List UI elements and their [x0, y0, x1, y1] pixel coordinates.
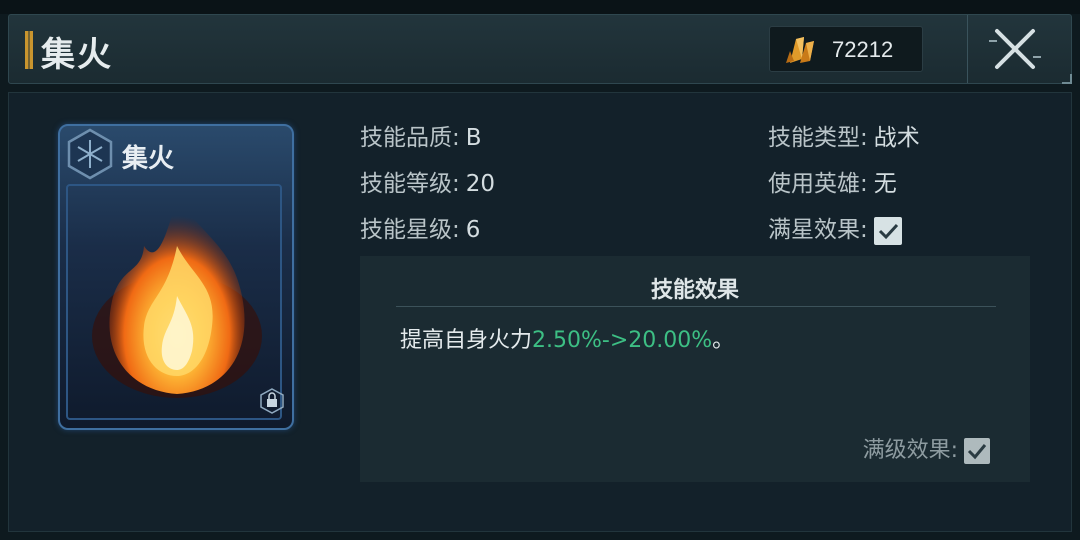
- effect-divider: [396, 306, 996, 307]
- card-name: 集火: [122, 144, 175, 174]
- lock-icon: [260, 388, 284, 414]
- close-x-icon: [989, 29, 1041, 69]
- title-accent-bar: [25, 31, 33, 69]
- top-strip: [0, 0, 1080, 14]
- hero-label: 使用英雄:: [768, 171, 868, 197]
- fullstar-label: 满星效果:: [768, 217, 868, 243]
- maxlevel-effect: 满级效果:: [863, 432, 990, 464]
- attr-fullstar: 满星效果:: [768, 210, 902, 245]
- hexagon-emblem-icon: [67, 128, 113, 180]
- skill-card: 集火: [58, 124, 294, 430]
- quality-label: 技能品质:: [360, 125, 460, 151]
- page-title: 集火: [41, 35, 113, 75]
- star-label: 技能星级:: [360, 217, 460, 243]
- type-value: 战术: [873, 125, 920, 151]
- level-label: 技能等级:: [360, 171, 460, 197]
- checkmark-icon: [967, 444, 987, 460]
- skill-effect-box: 技能效果 提高自身火力2.50%->20.00%。 满级效果:: [360, 256, 1030, 482]
- attr-star: 技能星级: 6: [360, 210, 480, 244]
- effect-title: 技能效果: [650, 278, 739, 303]
- currency-display: 72212: [769, 26, 923, 72]
- attr-hero: 使用英雄: 无: [768, 164, 897, 198]
- fullstar-checkbox[interactable]: [873, 216, 902, 245]
- maxlevel-label: 满级效果:: [862, 438, 958, 463]
- header-bar: 集火 72212: [8, 14, 1072, 84]
- hero-value: 无: [873, 171, 897, 197]
- star-value: 6: [465, 217, 481, 243]
- quality-value: B: [465, 125, 482, 151]
- effect-text-prefix: 提高自身火力: [400, 328, 533, 353]
- close-button[interactable]: [987, 23, 1043, 75]
- effect-description: 提高自身火力2.50%->20.00%。: [400, 322, 734, 354]
- type-label: 技能类型:: [768, 125, 868, 151]
- level-value: 20: [465, 171, 496, 197]
- header-corner-mark: [1062, 74, 1072, 84]
- attr-quality: 技能品质: B: [360, 118, 482, 152]
- close-divider: [967, 15, 968, 83]
- currency-value: 72212: [832, 37, 894, 62]
- effect-text-suffix: 。: [712, 328, 735, 353]
- attr-type: 技能类型: 战术: [768, 118, 920, 152]
- effect-text-highlight: 2.50%->20.00%: [532, 328, 713, 353]
- orange-crystal-icon: [786, 37, 814, 63]
- fire-artwork: [92, 196, 262, 398]
- checkmark-icon: [878, 223, 898, 239]
- attr-level: 技能等级: 20: [360, 164, 495, 198]
- maxlevel-checkbox[interactable]: [964, 438, 990, 464]
